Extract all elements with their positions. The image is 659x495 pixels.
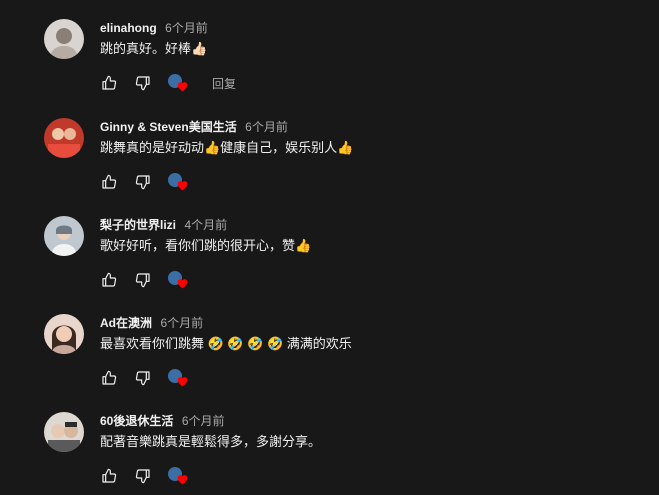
author-name[interactable]: 60後退休生活 (100, 414, 173, 428)
thumbs-down-icon (135, 273, 150, 288)
thumbs-down-icon (135, 76, 150, 91)
dislike-button[interactable] (134, 467, 152, 485)
comment-text: 配著音樂跳真是輕鬆得多，多謝分享。 (100, 434, 322, 449)
comment-header: Ginny & Steven美国生活 6个月前 (100, 119, 288, 135)
thumbs-up-icon (102, 75, 117, 90)
comment-timestamp[interactable]: 6个月前 (160, 316, 203, 330)
comment-header: elinahong 6个月前 (100, 20, 208, 36)
comment-header: 梨子的世界lizi 4个月前 (100, 217, 227, 233)
like-button[interactable] (100, 74, 118, 92)
creator-heart-icon (177, 279, 188, 289)
comments-section: elinahong 6个月前 跳的真好。好棒👍🏻 回复 Ginny & Stev… (0, 0, 659, 495)
creator-heart-badge (168, 270, 190, 290)
author-name[interactable]: elinahong (100, 21, 157, 35)
thumbs-down-icon (135, 469, 150, 484)
avatar[interactable] (44, 412, 84, 452)
comment-actions (100, 466, 190, 486)
like-button[interactable] (100, 173, 118, 191)
thumbs-up-icon (102, 272, 117, 287)
comment-actions (100, 172, 190, 192)
author-name[interactable]: Ginny & Steven美国生活 (100, 120, 237, 134)
comment-timestamp[interactable]: 4个月前 (184, 218, 227, 232)
comment-timestamp[interactable]: 6个月前 (182, 414, 225, 428)
comment-thread: 梨子的世界lizi 4个月前 歌好好听，看你们跳的很开心，赞👍 (44, 216, 644, 306)
creator-heart-icon (177, 475, 188, 485)
creator-heart-badge (168, 73, 190, 93)
creator-heart-icon (177, 181, 188, 191)
thumbs-down-icon (135, 175, 150, 190)
comment-thread: 60後退休生活 6个月前 配著音樂跳真是輕鬆得多，多謝分享。 (44, 412, 644, 495)
avatar[interactable] (44, 314, 84, 354)
like-button[interactable] (100, 271, 118, 289)
thumbs-up-icon (102, 468, 117, 483)
comment-header: Ad在澳洲 6个月前 (100, 315, 203, 331)
creator-heart-icon (177, 82, 188, 92)
like-button[interactable] (100, 369, 118, 387)
thumbs-down-icon (135, 371, 150, 386)
author-name[interactable]: Ad在澳洲 (100, 316, 152, 330)
comment-text: 最喜欢看你们跳舞 🤣 🤣 🤣 🤣 满满的欢乐 (100, 336, 352, 351)
creator-heart-badge (168, 466, 190, 486)
comment-actions: 回复 (100, 73, 236, 93)
author-name[interactable]: 梨子的世界lizi (100, 218, 176, 232)
comment-thread: Ginny & Steven美国生活 6个月前 跳舞真的是好动动👍健康自己，娱乐… (44, 118, 644, 208)
thumbs-up-icon (102, 370, 117, 385)
like-button[interactable] (100, 467, 118, 485)
comment-text: 歌好好听，看你们跳的很开心，赞👍 (100, 238, 312, 253)
creator-heart-badge (168, 172, 190, 192)
dislike-button[interactable] (134, 173, 152, 191)
comment-header: 60後退休生活 6个月前 (100, 413, 225, 429)
comment-thread: elinahong 6个月前 跳的真好。好棒👍🏻 回复 (44, 19, 644, 109)
comment-text: 跳的真好。好棒👍🏻 (100, 41, 208, 56)
comment-timestamp[interactable]: 6个月前 (165, 21, 208, 35)
dislike-button[interactable] (134, 369, 152, 387)
thumbs-up-icon (102, 174, 117, 189)
creator-heart-badge (168, 368, 190, 388)
reply-button[interactable]: 回复 (212, 75, 236, 92)
creator-heart-icon (177, 377, 188, 387)
comment-actions (100, 368, 190, 388)
avatar[interactable] (44, 118, 84, 158)
avatar[interactable] (44, 19, 84, 59)
dislike-button[interactable] (134, 74, 152, 92)
avatar[interactable] (44, 216, 84, 256)
comment-actions (100, 270, 190, 290)
dislike-button[interactable] (134, 271, 152, 289)
comment-thread: Ad在澳洲 6个月前 最喜欢看你们跳舞 🤣 🤣 🤣 🤣 满满的欢乐 (44, 314, 644, 404)
comment-text: 跳舞真的是好动动👍健康自己，娱乐别人👍 (100, 140, 354, 155)
comment-timestamp[interactable]: 6个月前 (245, 120, 288, 134)
